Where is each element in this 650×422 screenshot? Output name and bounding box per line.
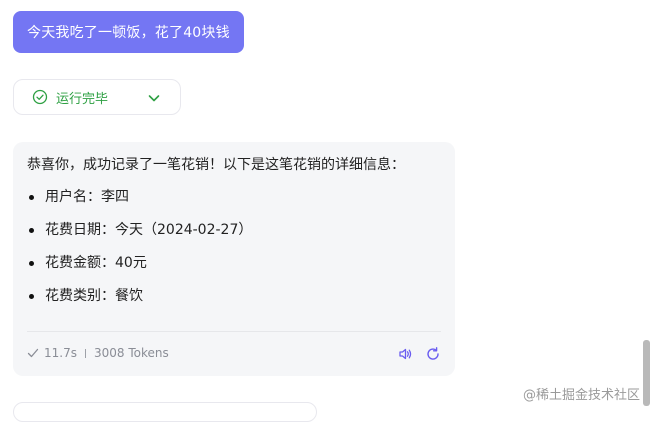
chevron-down-icon[interactable] (146, 90, 162, 106)
meta-separator (84, 348, 86, 358)
list-item: 用户名：李四 (27, 186, 441, 208)
divider (27, 331, 441, 332)
next-message-card (13, 402, 317, 422)
answer-actions (385, 346, 441, 362)
token-count: 3008 Tokens (93, 346, 169, 360)
speaker-icon[interactable] (397, 346, 413, 362)
answer-intro: 恭喜你，成功记录了一笔花销！以下是这笔花销的详细信息： (27, 157, 405, 173)
list-item: 花费类别：餐饮 (27, 285, 441, 307)
assistant-answer-card: 恭喜你，成功记录了一笔花销！以下是这笔花销的详细信息： 用户名：李四 花费日期：… (13, 142, 455, 376)
list-item: 花费金额：40元 (27, 252, 441, 274)
scrollbar-thumb[interactable] (643, 340, 650, 406)
refresh-icon[interactable] (425, 346, 441, 362)
run-status-toggle[interactable]: 运行完毕 (13, 79, 181, 115)
response-meta: 11.7s 3008 Tokens (27, 346, 169, 360)
user-message-text: 今天我吃了一顿饭，花了40块钱 (27, 25, 230, 41)
check-icon (27, 347, 39, 359)
watermark: @稀土掘金技术社区 (523, 388, 641, 403)
user-message-bubble: 今天我吃了一顿饭，花了40块钱 (13, 11, 244, 53)
run-status-label: 运行完毕 (56, 91, 109, 107)
list-item: 花费日期：今天（2024-02-27） (27, 219, 441, 241)
response-duration: 11.7s (44, 346, 77, 360)
check-circle-icon (32, 89, 48, 105)
expense-details-list: 用户名：李四 花费日期：今天（2024-02-27） 花费金额：40元 花费类别… (27, 186, 441, 307)
